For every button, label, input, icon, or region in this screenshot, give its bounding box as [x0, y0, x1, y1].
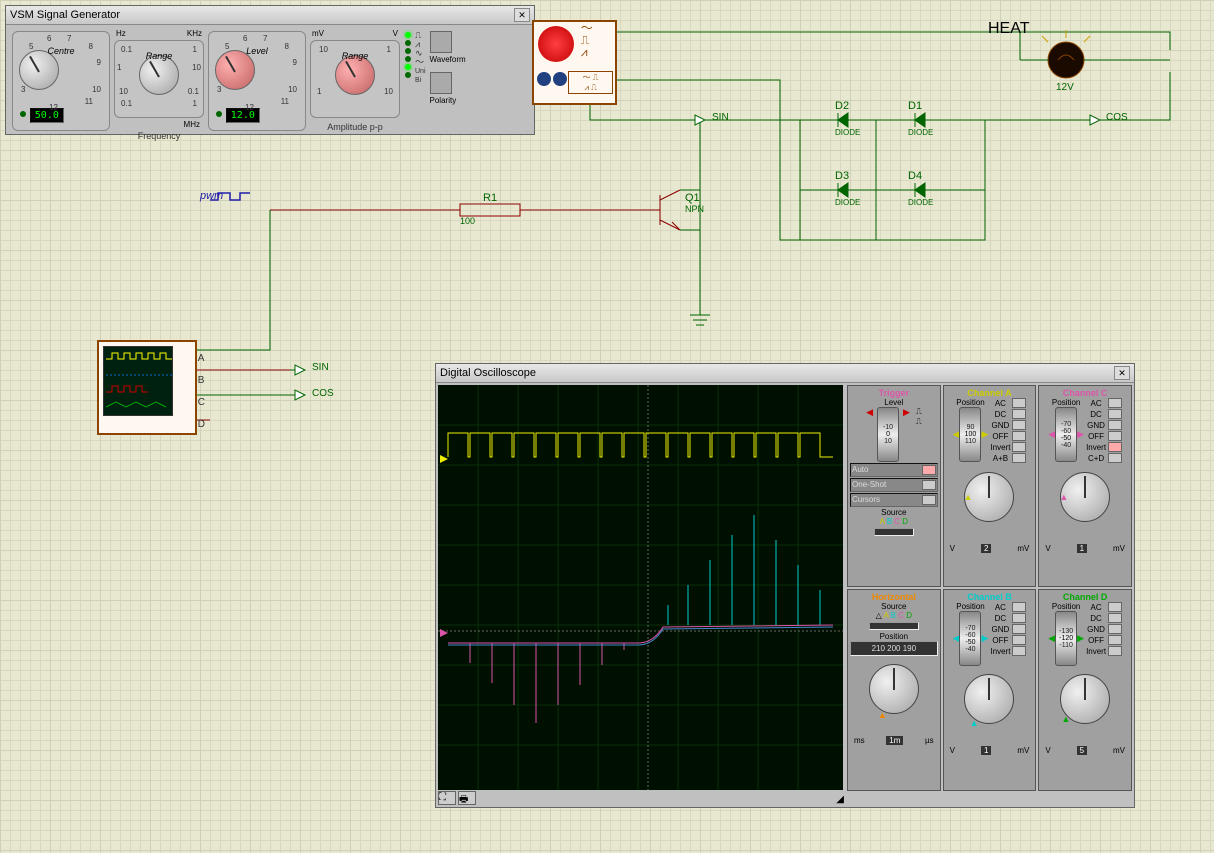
oscilloscope-titlebar: Digital Oscilloscope ✕ — [436, 364, 1134, 383]
signal-generator-titlebar: VSM Signal Generator ✕ — [6, 6, 534, 25]
chb-scale-dial[interactable] — [964, 674, 1014, 724]
level-dial[interactable] — [215, 50, 255, 90]
horizontal-scale-dial[interactable] — [869, 664, 919, 714]
heat-label: HEAT — [988, 20, 1029, 38]
cos-probe-1: COS — [1106, 112, 1128, 123]
amp-range-dial[interactable] — [335, 55, 375, 95]
level-readout: 12.0 — [226, 108, 260, 123]
r1-label: R1 — [483, 192, 497, 204]
function-generator-component[interactable]: 〜 ⎍ ⩘ 〜 ⎍⩘ ⎍ — [532, 20, 617, 105]
edge-rising-icon[interactable]: ⎍ — [916, 407, 922, 417]
scope-component[interactable]: A B C D — [97, 340, 197, 435]
close-button[interactable]: ✕ — [514, 8, 530, 22]
r1-value: 100 — [460, 216, 475, 226]
hsrc-none-icon[interactable]: △ — [876, 611, 882, 620]
centre-dial[interactable] — [19, 50, 59, 90]
waveform-button[interactable] — [430, 31, 452, 53]
cha-right-icon[interactable]: ▶ — [981, 429, 988, 440]
fgen-knob-1[interactable] — [537, 72, 551, 86]
chd-position-wheel[interactable]: -130 -120 -110 — [1055, 611, 1077, 666]
channel-d-panel: Channel D Position ◀ -130 -120 -110 ▶ — [1038, 589, 1132, 791]
saw-icon: ⩘ — [581, 46, 593, 58]
chb-value: 1 — [981, 746, 991, 755]
oneshot-button[interactable] — [922, 480, 936, 490]
resize-handle-icon[interactable]: ◢ — [836, 794, 844, 805]
freq-range-dial[interactable] — [139, 55, 179, 95]
chb-position-wheel[interactable]: -70 -60 -50 -40 — [959, 611, 981, 666]
centre-readout: 50.0 — [30, 108, 64, 123]
signal-generator-panel[interactable]: VSM Signal Generator ✕ 4 5 6 7 8 9 10 11… — [5, 5, 535, 135]
d4-label: D4 — [908, 170, 922, 182]
cha-position-wheel[interactable]: 90 100 110 — [959, 407, 981, 462]
sin-probe-2: SIN — [312, 362, 329, 373]
q1-type: NPN — [685, 204, 704, 214]
polarity-button[interactable] — [430, 72, 452, 94]
lamp-voltage: 12V — [1056, 82, 1074, 93]
horizontal-panel: Horizontal Source △ A B C D Position 210… — [847, 589, 941, 791]
chd-value: 5 — [1077, 746, 1087, 755]
sine-wave-icon: 〜 — [415, 58, 426, 67]
d1-label: D1 — [908, 100, 922, 112]
d3-label: D3 — [835, 170, 849, 182]
cursors-button[interactable] — [922, 495, 936, 505]
d2-label: D2 — [835, 100, 849, 112]
scope-close-button[interactable]: ✕ — [1114, 366, 1130, 380]
trig-left-icon[interactable]: ◀ — [866, 407, 873, 462]
trig-right-icon[interactable]: ▶ — [903, 407, 910, 462]
chc-value: 1 — [1077, 544, 1087, 553]
source-slider[interactable] — [874, 528, 914, 536]
oscilloscope-title: Digital Oscilloscope — [440, 367, 536, 379]
scope-fullscreen-button[interactable]: ⛶ — [438, 791, 456, 805]
scope-screen[interactable] — [438, 385, 843, 790]
fgen-knob-2[interactable] — [553, 72, 567, 86]
hsource-slider[interactable] — [869, 622, 919, 630]
cos-probe-2: COS — [312, 388, 334, 399]
horizontal-position-readout[interactable]: 210 200 190 — [850, 641, 938, 656]
chc-position-wheel[interactable]: -70 -60 -50 -40 — [1055, 407, 1077, 462]
horizontal-value: 1m — [886, 736, 903, 745]
signal-generator-title: VSM Signal Generator — [10, 9, 120, 21]
auto-button[interactable] — [922, 465, 936, 475]
trigger-panel: Trigger Level ◀ -10 0 10 ▶ ⎍ ⎍ Auto — [847, 385, 941, 587]
scope-mini-screen — [103, 346, 173, 416]
sin-probe-1: SIN — [712, 112, 729, 123]
fgen-freq-dial[interactable] — [538, 26, 574, 62]
q1-label: Q1 — [685, 192, 700, 204]
trigger-level-wheel[interactable]: -10 0 10 — [877, 407, 899, 462]
cha-left-icon[interactable]: ◀ — [953, 429, 960, 440]
pwm-label: pwm — [200, 190, 223, 202]
oscilloscope-panel[interactable]: Digital Oscilloscope ✕ — [435, 363, 1135, 808]
channel-b-panel: Channel B Position ◀ -70 -60 -50 -40 — [943, 589, 1037, 791]
channel-c-panel: Channel C Position ◀ -70 -60 -50 -40 — [1038, 385, 1132, 587]
fgen-wave-select[interactable]: 〜 ⎍⩘ ⎍ — [568, 71, 613, 94]
cha-marker-icon: ▲ — [964, 492, 973, 502]
channel-a-panel: Channel A Position ◀ 90 100 110 ▶ — [943, 385, 1037, 587]
edge-falling-icon[interactable]: ⎍ — [916, 417, 922, 427]
scope-print-button[interactable]: 🖶 — [458, 791, 476, 805]
cha-value: 2 — [981, 544, 991, 553]
